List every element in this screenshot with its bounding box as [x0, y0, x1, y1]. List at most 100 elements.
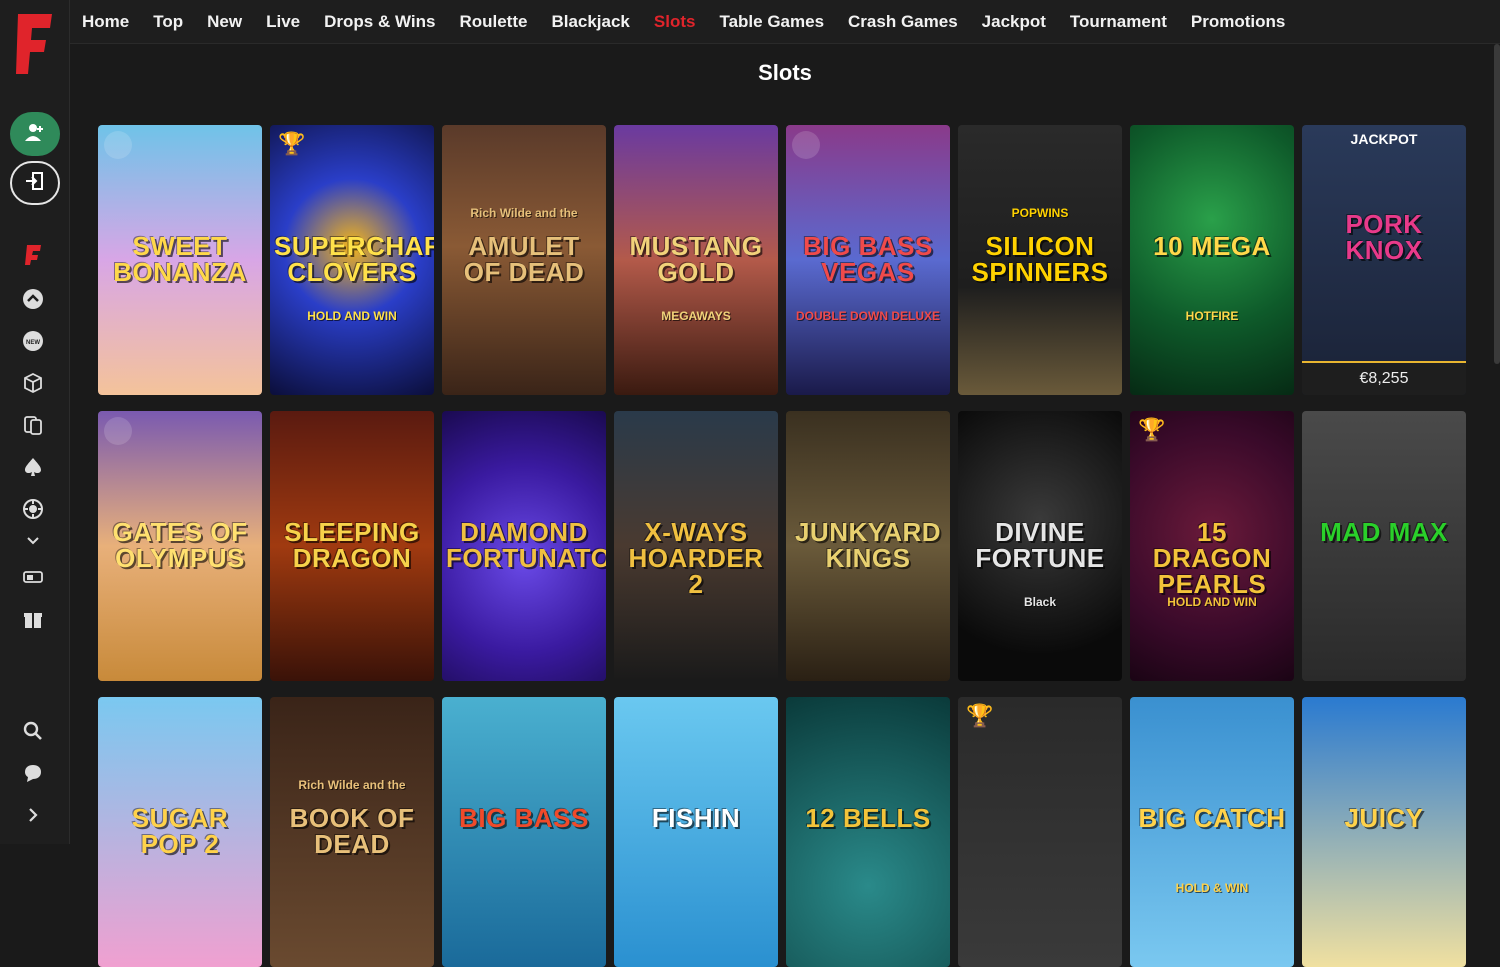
game-title: FISHIN	[651, 803, 741, 833]
login-button[interactable]	[10, 161, 60, 205]
spade-icon[interactable]	[20, 454, 46, 480]
chevron-down-icon[interactable]	[20, 530, 46, 552]
game-tile[interactable]: BIG BASS	[442, 697, 606, 967]
drops-wins-badge-icon	[104, 131, 132, 159]
game-title: 15 DRAGON PEARLS	[1152, 517, 1272, 599]
game-tile[interactable]: Rich Wilde and the BOOK OF DEAD	[270, 697, 434, 967]
fire-icon[interactable]	[20, 242, 46, 268]
nav-item-jackpot[interactable]: Jackpot	[982, 12, 1046, 32]
sidebar: NEW	[0, 0, 70, 844]
game-title: SUGAR POP 2	[131, 803, 229, 859]
game-tile[interactable]: Rich Wilde and the AMULET OF DEAD	[442, 125, 606, 395]
game-subtitle: HOLD AND WIN	[307, 308, 397, 323]
drops-wins-badge-icon	[792, 131, 820, 159]
game-tile[interactable]: MUSTANG GOLD MEGAWAYS	[614, 125, 778, 395]
account-button[interactable]	[10, 112, 60, 156]
game-title: BIG CATCH	[1138, 803, 1286, 833]
svg-text:NEW: NEW	[26, 340, 40, 346]
game-tile[interactable]: 12 BELLS	[786, 697, 950, 967]
game-subtitle: Black	[1023, 594, 1057, 609]
game-tile[interactable]: 🏆	[958, 697, 1122, 967]
game-tile[interactable]: FISHIN	[614, 697, 778, 967]
nav-item-new[interactable]: New	[207, 12, 242, 32]
game-title: SUPERCHARGED CLOVERS	[274, 231, 434, 287]
nav-item-drops-wins[interactable]: Drops & Wins	[324, 12, 435, 32]
game-title: JUICY	[1344, 803, 1424, 833]
nav-item-blackjack[interactable]: Blackjack	[551, 12, 629, 32]
game-tile[interactable]: DIVINE FORTUNE Black	[958, 411, 1122, 681]
nav-item-home[interactable]: Home	[82, 12, 129, 32]
jackpot-label: JACKPOT	[1350, 131, 1418, 147]
top-icon[interactable]	[20, 286, 46, 312]
game-title: X-WAYS HOARDER 2	[628, 517, 764, 599]
brand-logo[interactable]	[14, 12, 54, 78]
nav-item-top[interactable]: Top	[153, 12, 183, 32]
game-title: SLEEPING DRAGON	[284, 517, 420, 573]
game-tile[interactable]: BIG BASS VEGAS DOUBLE DOWN DELUXE	[786, 125, 950, 395]
table-game-icon[interactable]	[20, 564, 46, 590]
nav-item-promotions[interactable]: Promotions	[1191, 12, 1285, 32]
roulette-icon[interactable]	[20, 496, 46, 522]
game-title: DIVINE FORTUNE	[975, 517, 1105, 573]
game-title: JUNKYARD KINGS	[794, 517, 942, 573]
nav-item-tournament[interactable]: Tournament	[1070, 12, 1167, 32]
game-tile[interactable]: SWEET BONANZA	[98, 125, 262, 395]
game-tile[interactable]: 🏆 15 DRAGON PEARLS HOLD AND WIN	[1130, 411, 1294, 681]
nav-item-crash-games[interactable]: Crash Games	[848, 12, 958, 32]
game-title: 12 BELLS	[805, 803, 931, 833]
game-subtitle: POPWINS	[1011, 206, 1069, 220]
cube-icon[interactable]	[20, 370, 46, 396]
game-title: BIG BASS VEGAS	[803, 231, 933, 287]
game-tile[interactable]: POPWINS SILICON SPINNERS	[958, 125, 1122, 395]
trophy-icon: 🏆	[278, 131, 306, 156]
game-subtitle: HOLD AND WIN	[1167, 594, 1257, 609]
user-plus-icon	[24, 121, 46, 148]
chat-icon[interactable]	[20, 760, 46, 786]
chevron-right-icon[interactable]	[20, 802, 46, 828]
nav-item-table-games[interactable]: Table Games	[719, 12, 824, 32]
top-navigation: Home Top New Live Drops & Wins Roulette Blackj…	[70, 0, 1500, 44]
drops-wins-badge-icon	[104, 417, 132, 445]
game-tile[interactable]: 10 MEGA HOTFIRE	[1130, 125, 1294, 395]
scrollbar[interactable]	[1494, 44, 1500, 364]
search-icon[interactable]	[20, 718, 46, 744]
game-title: BIG BASS	[459, 803, 589, 833]
game-tile[interactable]: SUGAR POP 2	[98, 697, 262, 967]
game-tile[interactable]: JUNKYARD KINGS	[786, 411, 950, 681]
game-title: AMULET OF DEAD	[463, 231, 585, 287]
game-title: PORK KNOX	[1345, 209, 1423, 266]
game-subtitle: MEGAWAYS	[661, 308, 731, 323]
game-title: MUSTANG GOLD	[629, 231, 763, 287]
game-title: SWEET BONANZA	[113, 231, 247, 287]
game-subtitle: Rich Wilde and the	[470, 206, 578, 220]
game-subtitle: HOTFIRE	[1185, 308, 1239, 323]
game-title: SILICON SPINNERS	[971, 231, 1109, 287]
login-icon	[24, 170, 46, 197]
nav-item-slots[interactable]: Slots	[654, 12, 696, 32]
game-title: BOOK OF DEAD	[289, 803, 415, 859]
jackpot-amount: €8,255	[1302, 361, 1466, 395]
game-tile[interactable]: SLEEPING DRAGON	[270, 411, 434, 681]
game-tile[interactable]: JACKPOT €8,255 PORK KNOX	[1302, 125, 1466, 395]
game-tile[interactable]: JUICY	[1302, 697, 1466, 967]
trophy-icon: 🏆	[1138, 417, 1166, 442]
nav-item-roulette[interactable]: Roulette	[459, 12, 527, 32]
new-icon[interactable]: NEW	[20, 328, 46, 354]
nav-item-live[interactable]: Live	[266, 12, 300, 32]
trophy-icon: 🏆	[966, 703, 994, 728]
game-subtitle: DOUBLE DOWN DELUXE	[796, 308, 940, 323]
cards-icon[interactable]	[20, 412, 46, 438]
game-title: GATES OF OLYMPUS	[112, 517, 248, 573]
page-title: Slots	[758, 60, 812, 85]
game-tile[interactable]: GATES OF OLYMPUS	[98, 411, 262, 681]
game-title: 10 MEGA	[1153, 231, 1271, 261]
game-title: MAD MAX	[1320, 517, 1448, 547]
game-subtitle: HOLD & WIN	[1175, 880, 1249, 895]
game-tile[interactable]: DIAMOND FORTUNATOR	[442, 411, 606, 681]
game-tile[interactable]: X-WAYS HOARDER 2	[614, 411, 778, 681]
game-title: DIAMOND FORTUNATOR	[446, 517, 606, 573]
game-tile[interactable]: BIG CATCH HOLD & WIN	[1130, 697, 1294, 967]
game-tile[interactable]: MAD MAX	[1302, 411, 1466, 681]
game-tile[interactable]: 🏆 SUPERCHARGED CLOVERS HOLD AND WIN	[270, 125, 434, 395]
gift-icon[interactable]	[20, 606, 46, 632]
